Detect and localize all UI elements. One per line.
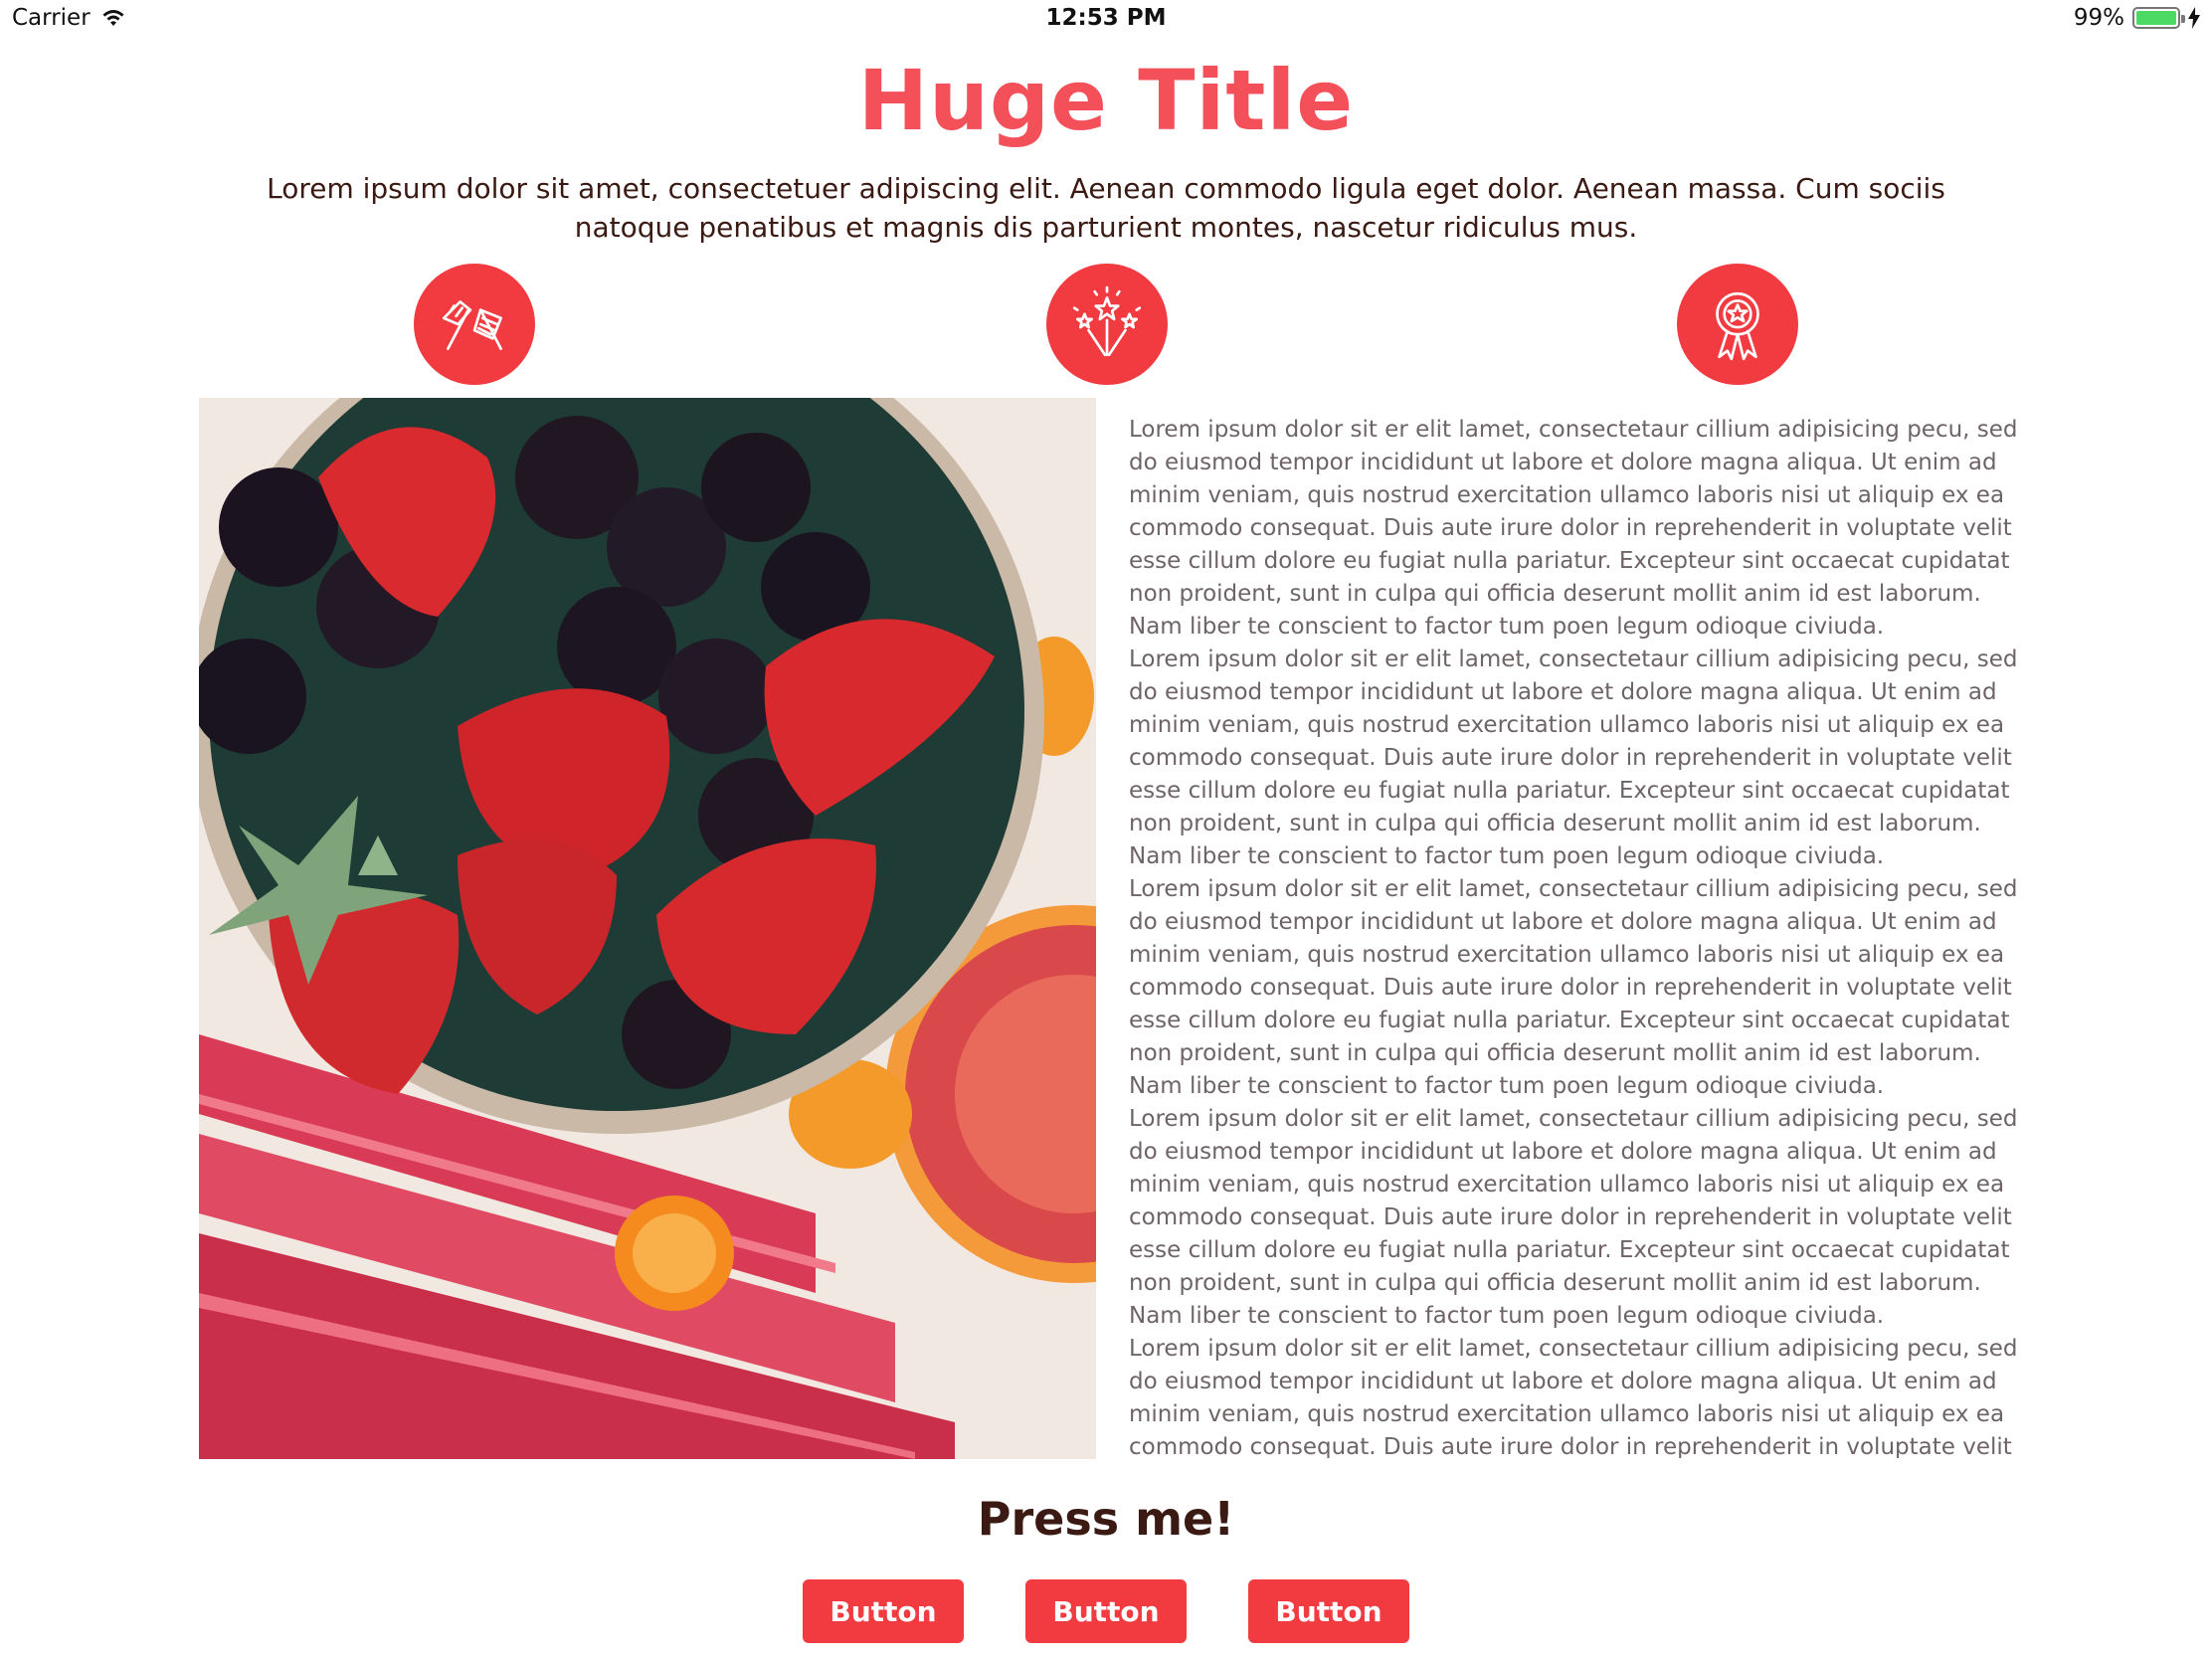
body-paragraph: Lorem ipsum dolor sit er elit lamet, con… [1129, 876, 2018, 1099]
status-right: 99% [2074, 5, 2200, 31]
button-2[interactable]: Button [1025, 1579, 1187, 1643]
button-row: Button Button Button [0, 1579, 2212, 1643]
flags-icon [414, 264, 535, 385]
button-3[interactable]: Button [1248, 1579, 1409, 1643]
body-paragraph: Lorem ipsum dolor sit er elit lamet, con… [1129, 1106, 2018, 1329]
status-bar: Carrier 12:53 PM 99% [0, 0, 2212, 40]
body-paragraph: Lorem ipsum dolor sit er elit lamet, con… [1129, 646, 2018, 869]
charging-bolt-icon [2188, 7, 2200, 29]
intro-text: Lorem ipsum dolor sit amet, consectetuer… [267, 172, 1945, 244]
fruit-photo [199, 398, 1096, 1459]
battery-level [2136, 11, 2176, 25]
body-paragraph: Lorem ipsum dolor sit er elit lamet, con… [1129, 1336, 2018, 1458]
page-title: Huge Title [857, 52, 1355, 149]
body-paragraph: Lorem ipsum dolor sit er elit lamet, con… [1129, 417, 2018, 640]
body-text: Lorem ipsum dolor sit er elit lamet, con… [1129, 414, 2024, 1458]
fireworks-icon [1046, 264, 1168, 385]
cta-heading: Press me! [977, 1492, 1235, 1546]
battery-percent: 99% [2073, 5, 2124, 31]
award-ribbon-icon [1677, 264, 1798, 385]
battery-icon [2132, 7, 2185, 29]
button-1[interactable]: Button [803, 1579, 964, 1643]
clock: 12:53 PM [1045, 5, 1167, 31]
